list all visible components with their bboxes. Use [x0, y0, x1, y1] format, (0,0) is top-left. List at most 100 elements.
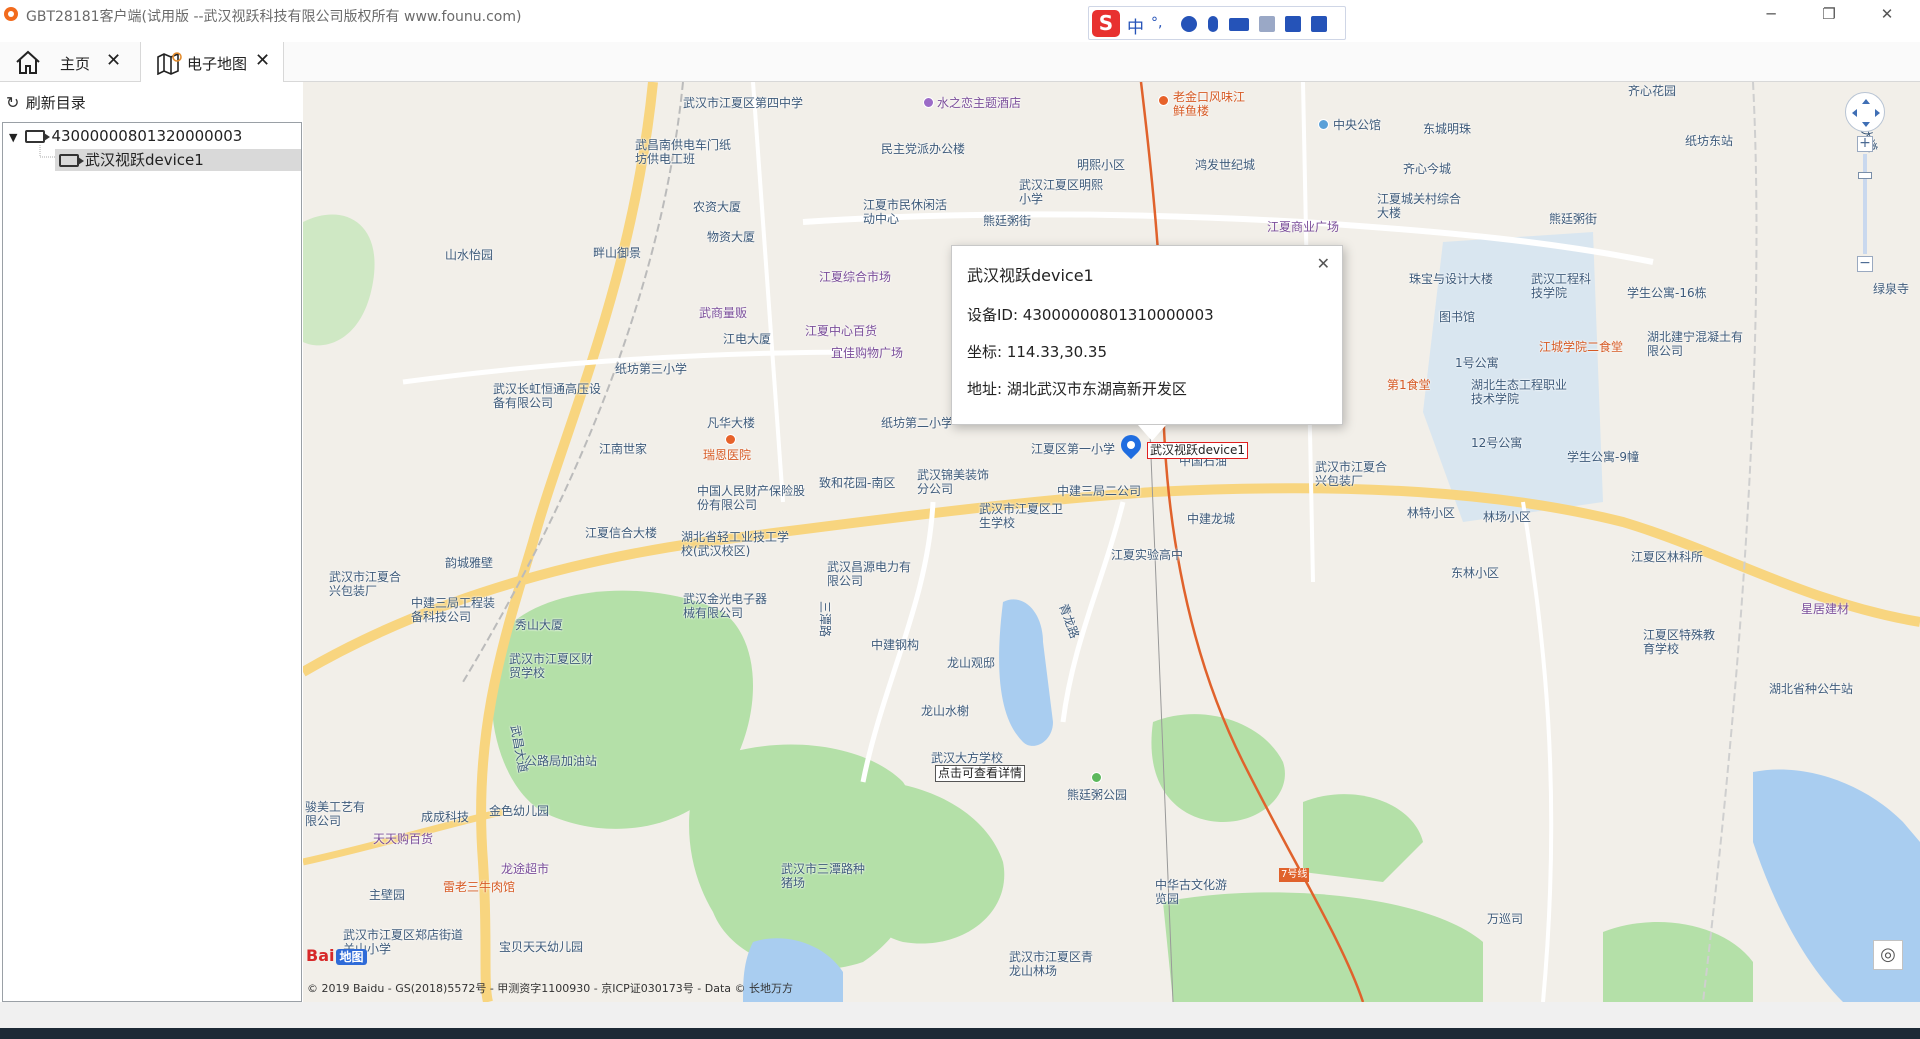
poi-label[interactable]: 纸坊东站 [1685, 134, 1733, 148]
poi-label[interactable]: 江夏综合市场 [819, 270, 891, 284]
poi-label[interactable]: 江夏商业广场 [1267, 220, 1339, 234]
poi-label[interactable]: 中华古文化游览园 [1155, 878, 1227, 906]
poi-label[interactable]: 凡华大楼 [707, 416, 755, 430]
poi-label[interactable]: 农资大厦 [693, 200, 741, 214]
poi-label[interactable]: 武汉锦美装饰分公司 [917, 468, 989, 496]
poi-label[interactable]: 成成科技 [421, 810, 469, 824]
park-icon[interactable] [1091, 772, 1102, 783]
poi-label[interactable]: 致和花园-南区 [819, 476, 895, 490]
keyboard-icon[interactable] [1229, 18, 1249, 31]
poi-label[interactable]: 江夏信合大楼 [585, 526, 657, 540]
poi-label[interactable]: 物资大厦 [707, 230, 755, 244]
zoom-out-button[interactable]: − [1857, 256, 1873, 272]
poi-label[interactable]: 老金口风味江鲜鱼楼 [1173, 90, 1245, 118]
poi-label[interactable]: 武汉市江夏区第四中学 [683, 96, 803, 110]
close-button[interactable]: ✕ [1864, 0, 1910, 30]
poi-label[interactable]: 武汉市江夏区财贸学校 [509, 652, 593, 680]
smile-icon[interactable] [1181, 16, 1197, 32]
tree-node-device[interactable]: 武汉视跃device1 [55, 149, 301, 171]
poi-label[interactable]: 万巡司 [1487, 912, 1523, 926]
poi-label[interactable]: 学生公寓-9幢 [1567, 450, 1639, 464]
poi-label[interactable]: 水之恋主题酒店 [937, 96, 1021, 110]
expand-arrow-icon[interactable]: ▼ [9, 131, 17, 144]
poi-marker-icon[interactable] [1318, 119, 1329, 130]
poi-label[interactable]: 明熙小区 [1077, 158, 1125, 172]
minimize-button[interactable]: ─ [1748, 0, 1794, 30]
poi-label[interactable]: 东城明珠 [1423, 122, 1471, 136]
poi-label[interactable]: 中建龙城 [1187, 512, 1235, 526]
poi-label[interactable]: 纸坊第二小学 [881, 416, 953, 430]
poi-label[interactable]: 图书馆 [1439, 310, 1475, 324]
ime-punct-toggle[interactable]: °, [1151, 15, 1162, 31]
poi-label[interactable]: 龙山水榭 [921, 704, 969, 718]
refresh-directory-button[interactable]: ↻ 刷新目录 [6, 92, 86, 114]
poi-label[interactable]: 雷老三牛肉馆 [443, 880, 515, 894]
electronic-map[interactable]: 武汉市江夏区第四中学 水之恋主题酒店 老金口风味江鲜鱼楼 中央公馆 东城明珠 齐… [303, 82, 1920, 1002]
poi-label[interactable]: 学生公寓-16栋 [1627, 286, 1707, 300]
poi-label[interactable]: 畔山御景 [593, 246, 641, 260]
ime-mode-toggle[interactable]: 中 [1127, 13, 1144, 38]
tab-home[interactable]: 主页 ✕ [0, 42, 140, 82]
poi-label[interactable]: 熊廷粥公园 [1067, 788, 1127, 802]
tree-node-platform[interactable]: ▼ 43000000801320000003 [9, 125, 242, 147]
poi-label[interactable]: 金色幼儿园 [489, 804, 549, 818]
locate-button[interactable]: ◎ [1873, 940, 1903, 970]
poi-label[interactable]: 天天购百货 [373, 832, 433, 846]
poi-label[interactable]: 湖北省种公牛站 [1769, 682, 1853, 696]
poi-label[interactable]: 骏美工艺有限公司 [305, 800, 365, 828]
tab-home-close-icon[interactable]: ✕ [106, 50, 121, 71]
poi-label[interactable]: 江夏城关村综合大楼 [1377, 192, 1461, 220]
poi-label[interactable]: 武汉金光电子器械有限公司 [683, 592, 767, 620]
poi-label[interactable]: 武汉大方学校 [931, 751, 1003, 765]
poi-label[interactable]: 武汉工程科技学院 [1531, 272, 1595, 300]
poi-label[interactable]: 龙山观邸 [947, 656, 995, 670]
poi-label[interactable]: 韵城雅壁 [445, 556, 493, 570]
mic-icon[interactable] [1208, 16, 1218, 32]
poi-label[interactable]: 江夏区林科所 [1631, 550, 1703, 564]
poi-marker-icon[interactable] [923, 97, 934, 108]
poi-label[interactable]: 林特小区 [1407, 506, 1455, 520]
poi-label[interactable]: 公路局加油站 [525, 754, 597, 768]
poi-label[interactable]: 湖北建宁混凝土有限公司 [1647, 330, 1743, 358]
zoom-slider-handle[interactable] [1858, 172, 1872, 179]
poi-label[interactable]: 中央公馆 [1333, 118, 1381, 132]
poi-label[interactable]: 1号公寓 [1455, 356, 1499, 370]
poi-label[interactable]: 武汉市三潭路种猪场 [781, 862, 865, 890]
sogou-logo-icon[interactable]: S [1092, 10, 1120, 37]
poi-label[interactable]: 熊廷粥街 [983, 214, 1031, 228]
poi-label[interactable]: 武昌南供电车门纸坊供电工班 [635, 138, 731, 166]
poi-label[interactable]: 绿泉寺 [1873, 282, 1909, 296]
poi-label[interactable]: 宝贝天天幼儿园 [499, 940, 583, 954]
poi-label[interactable]: 秀山大厦 [515, 618, 563, 632]
marker-label[interactable]: 武汉视跃device1 [1147, 442, 1249, 459]
poi-label[interactable]: 瑞恩医院 [703, 448, 751, 462]
device-tree[interactable]: ▼ 43000000801320000003 武汉视跃device1 [2, 122, 302, 1002]
poi-label[interactable]: 山水怡园 [445, 248, 493, 262]
poi-label[interactable]: 江夏市民休闲活动中心 [863, 198, 947, 226]
poi-label[interactable]: 第1食堂 [1387, 378, 1431, 392]
poi-label[interactable]: 武汉市江夏合兴包装厂 [1315, 460, 1387, 488]
poi-label[interactable]: 12号公寓 [1471, 436, 1522, 450]
poi-label[interactable]: 齐心今城 [1403, 162, 1451, 176]
poi-label[interactable]: 中建三局工程装备科技公司 [411, 596, 495, 624]
poi-label[interactable]: 武汉市江夏区青龙山林场 [1009, 950, 1093, 978]
pan-control[interactable] [1845, 92, 1885, 132]
poi-label[interactable]: 武汉长虹恒通高压设备有限公司 [493, 382, 601, 410]
poi-label[interactable]: 江城学院二食堂 [1539, 340, 1623, 354]
poi-label[interactable]: 江电大厦 [723, 332, 771, 346]
poi-label[interactable]: 宜佳购物广场 [831, 346, 903, 360]
hospital-icon[interactable] [725, 434, 736, 445]
poi-label[interactable]: 中建三局二公司 [1057, 484, 1141, 498]
shirt-icon[interactable] [1285, 16, 1301, 32]
poi-label[interactable]: 江夏区第一小学 [1031, 442, 1115, 456]
zoom-track[interactable] [1863, 154, 1867, 254]
poi-label[interactable]: 主壁园 [369, 888, 405, 902]
poi-label[interactable]: 武汉江夏区明熙小学 [1019, 178, 1103, 206]
poi-marker-icon[interactable] [1158, 95, 1169, 106]
popup-close-icon[interactable]: ✕ [1317, 254, 1330, 273]
poi-label[interactable]: 湖北省轻工业技工学校(武汉校区) [681, 530, 791, 558]
poi-label[interactable]: 东林小区 [1451, 566, 1499, 580]
tab-map-close-icon[interactable]: ✕ [255, 50, 270, 71]
poi-label[interactable]: 湖北生态工程职业技术学院 [1471, 378, 1567, 406]
poi-label[interactable]: 鸿发世纪城 [1195, 158, 1255, 172]
